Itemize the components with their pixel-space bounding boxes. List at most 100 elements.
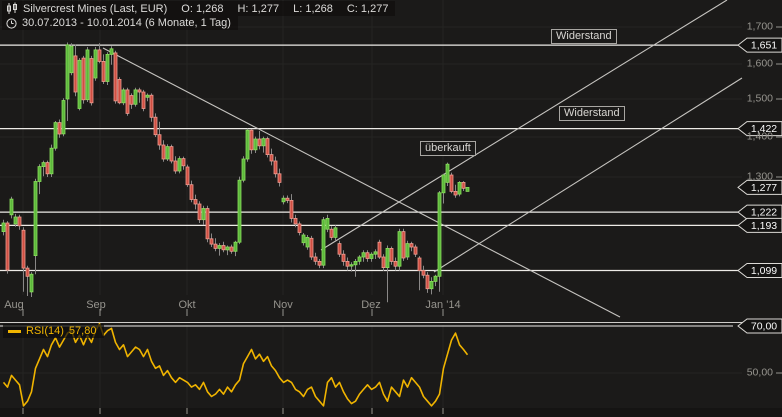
date-range-text: 30.07.2013 - 10.01.2014 (6 Monate, 1 Tag… xyxy=(22,17,231,29)
candle-down xyxy=(298,224,301,233)
date-range-header: 30.07.2013 - 10.01.2014 (6 Monate, 1 Tag… xyxy=(2,16,238,30)
candle-down xyxy=(330,229,333,237)
candle-up xyxy=(238,180,241,242)
candlestick-icon xyxy=(6,2,18,15)
candle-up xyxy=(178,159,181,171)
price-tag-1-193[interactable]: 1,193 xyxy=(738,218,782,232)
rsi-line-swatch-icon xyxy=(8,330,21,333)
candle-up xyxy=(218,246,221,249)
candle-up xyxy=(86,50,89,100)
candle-down xyxy=(402,232,405,258)
candle-up xyxy=(398,232,401,267)
annotation-label-2[interactable]: überkauft xyxy=(420,141,476,156)
price-tag-1-651[interactable]: 1,651 xyxy=(738,38,782,52)
candle-down xyxy=(58,123,61,134)
candle-down xyxy=(190,185,193,200)
candle-up xyxy=(110,49,113,55)
rsi-value: 57,80 xyxy=(69,325,97,337)
price-tag-text: 1,099 xyxy=(751,265,777,277)
month-label-Jan14: Jan '14 xyxy=(425,299,460,311)
candle-down xyxy=(6,223,9,270)
chart-canvas[interactable]: 1,6511,4221,2221,1931,0991,27770,00 xyxy=(0,0,782,417)
candle-down xyxy=(22,230,25,268)
candle-down xyxy=(394,261,397,266)
candle-up xyxy=(42,163,45,167)
candle-down xyxy=(114,53,117,101)
candle-down xyxy=(314,257,317,261)
candle-down xyxy=(250,130,253,150)
candle-down xyxy=(278,174,281,183)
rsi-legend[interactable]: RSI(14) 57,80 xyxy=(3,324,104,338)
annotation-label-0[interactable]: Widerstand xyxy=(551,29,617,44)
trend-line-descending-resistance[interactable] xyxy=(103,48,620,317)
candle-down xyxy=(454,191,457,195)
candle-up xyxy=(374,252,377,254)
candle-down xyxy=(382,257,385,268)
candle-down xyxy=(410,244,413,247)
ohlc-high: H: 1,277 xyxy=(237,3,279,15)
candle-down xyxy=(294,218,297,224)
clock-icon xyxy=(6,18,17,29)
price-tag-1-099[interactable]: 1,099 xyxy=(738,264,782,278)
candle-down xyxy=(462,182,465,188)
candle-down xyxy=(142,92,145,109)
candle-up xyxy=(234,242,237,251)
candle-up xyxy=(38,167,41,182)
ohlc-low: L: 1,268 xyxy=(293,3,333,15)
candle-down xyxy=(46,163,49,174)
candle-down xyxy=(426,275,429,289)
candle-up xyxy=(386,248,389,267)
price-axis-label-1-400: 1,400 xyxy=(747,132,773,143)
candle-down xyxy=(274,161,277,174)
candle-down xyxy=(150,95,153,117)
candle-up xyxy=(166,147,169,159)
candles-layer xyxy=(2,43,469,303)
price-tag-text: 70,00 xyxy=(751,321,777,333)
candle-down xyxy=(126,90,129,114)
price-tag-1-222[interactable]: 1,222 xyxy=(738,205,782,219)
month-label-Aug: Aug xyxy=(4,299,24,311)
candle-up xyxy=(66,45,69,99)
candle-down xyxy=(118,79,121,102)
candle-up xyxy=(94,50,97,78)
candle-up xyxy=(282,198,285,202)
candle-up xyxy=(50,148,53,174)
ohlc-open: O: 1,268 xyxy=(181,3,223,15)
candle-down xyxy=(74,56,77,92)
candle-up xyxy=(202,209,205,220)
price-axis-label-1-700: 1,700 xyxy=(747,22,773,33)
month-label-Nov: Nov xyxy=(273,299,293,311)
price-tag-text: 1,222 xyxy=(751,207,777,219)
candle-up xyxy=(434,276,437,281)
candle-down xyxy=(174,161,177,171)
ohlc-close: C: 1,277 xyxy=(347,3,389,15)
price-tag-text: 1,193 xyxy=(751,220,777,232)
candle-down xyxy=(310,238,313,257)
candle-down xyxy=(154,117,157,135)
candle-up xyxy=(70,46,73,72)
price-axis-label-1-500: 1,500 xyxy=(747,94,773,105)
candle-down xyxy=(418,258,421,271)
candle-down xyxy=(90,59,93,103)
annotation-label-1[interactable]: Widerstand xyxy=(559,106,625,121)
candle-down xyxy=(342,254,345,261)
candle-up xyxy=(14,217,17,224)
candle-up xyxy=(62,101,65,134)
candle-down xyxy=(82,58,85,100)
candle-down xyxy=(18,217,21,226)
price-axis-label-1-300: 1,300 xyxy=(747,172,773,183)
price-axis-label-1-600: 1,600 xyxy=(747,59,773,70)
candle-up xyxy=(438,193,441,276)
candle-up xyxy=(302,235,305,243)
candle-up xyxy=(134,90,137,104)
candle-up xyxy=(354,261,357,264)
candle-down xyxy=(286,198,289,200)
candle-up xyxy=(362,253,365,257)
candle-down xyxy=(422,271,425,276)
candle-down xyxy=(170,147,173,161)
candle-down xyxy=(206,209,209,239)
candle-down xyxy=(318,261,321,265)
candle-down xyxy=(290,200,293,218)
rsi-level-tag-70[interactable]: 70,00 xyxy=(738,319,782,333)
candle-up xyxy=(226,247,229,250)
